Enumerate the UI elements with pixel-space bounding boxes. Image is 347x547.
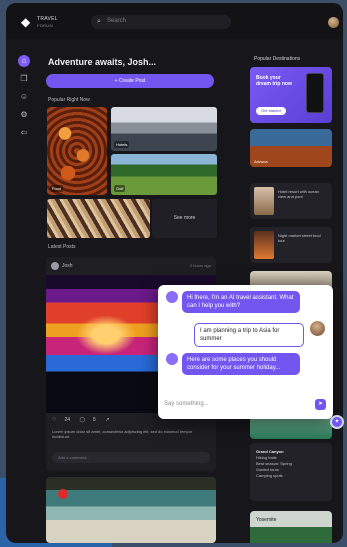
- tile-gallery[interactable]: [47, 199, 150, 238]
- post-description: Lorem ipsum dolor sit amet, consectetur …: [52, 429, 193, 439]
- home-icon[interactable]: ⌂: [18, 55, 30, 67]
- bot-avatar: [166, 291, 178, 303]
- destination-label: Arizona: [254, 159, 268, 164]
- post-avatar[interactable]: [51, 262, 59, 270]
- row-text: Night market street food tour: [278, 233, 321, 243]
- user-icon[interactable]: ☺: [18, 91, 30, 103]
- bookmark-icon[interactable]: ❒: [18, 73, 30, 85]
- tile-hotels[interactable]: Hotels: [111, 107, 217, 151]
- post-time: 2 hours ago: [189, 263, 211, 268]
- post-actions: ♡ 24 ◯ 5 ↗: [52, 417, 117, 423]
- tile-label: Food: [50, 185, 64, 192]
- logo-icon[interactable]: ◆: [21, 16, 33, 28]
- chat-input[interactable]: Say something...: [164, 397, 314, 411]
- top-bar: ◆ TRAVEL FORUM ⌕ Search: [6, 3, 343, 39]
- promo-title: Book your dream trip now: [256, 75, 292, 87]
- logout-icon[interactable]: ⇦: [18, 127, 30, 139]
- profile-avatar[interactable]: [328, 17, 339, 28]
- info-line: Camping spots: [256, 473, 283, 478]
- photo-glow: [76, 315, 136, 355]
- info-line: Guided tours: [256, 467, 279, 472]
- logo-text: TRAVEL FORUM: [37, 16, 58, 29]
- bot-avatar: [166, 353, 178, 365]
- share-icon[interactable]: ↗: [105, 417, 109, 423]
- info-title: Grand Canyon: [256, 449, 284, 454]
- post-card-2[interactable]: [46, 477, 216, 543]
- user-avatar: [310, 321, 325, 336]
- section-posts-title: Latest Posts: [48, 244, 76, 250]
- app-window: ◆ TRAVEL FORUM ⌕ Search ⌂ ❒ ☺ ⚙ ⇦ Advent…: [6, 3, 343, 543]
- destination-card[interactable]: Arizona: [250, 129, 332, 167]
- row-thumbnail: [254, 231, 274, 259]
- comment-count: 5: [93, 417, 96, 423]
- tile-food[interactable]: Food: [47, 107, 107, 195]
- tile-golf[interactable]: Golf: [111, 154, 217, 195]
- chat-popup: Hi there, I'm an AI travel assistant. Wh…: [158, 285, 333, 419]
- tile-label: Hotels: [114, 141, 130, 148]
- logo-title: TRAVEL: [37, 16, 58, 22]
- section-popular-title: Popular Right Now: [48, 97, 90, 103]
- assistant-message: Hi there, I'm an AI travel assistant. Wh…: [182, 291, 300, 313]
- see-more-label: See more: [173, 215, 196, 221]
- destination-label: Yosemite: [256, 517, 277, 523]
- destination-row[interactable]: Night market street food tour: [250, 227, 332, 263]
- send-icon[interactable]: ➤: [315, 399, 326, 410]
- tile-label: Golf: [114, 185, 126, 192]
- see-more-tile[interactable]: See more: [152, 199, 217, 238]
- right-title: Popular Destinations: [254, 56, 301, 62]
- comment-input[interactable]: Add a comment...: [52, 452, 210, 463]
- post-author[interactable]: Josh: [62, 263, 73, 269]
- search-icon: ⌕: [97, 18, 101, 25]
- like-icon[interactable]: ♡: [52, 417, 56, 423]
- user-message: I am planning a trip to Asia for summer: [194, 323, 304, 347]
- gear-icon[interactable]: ⚙: [18, 109, 30, 121]
- info-line: Best season: Spring: [256, 461, 292, 466]
- page-title: Adventure awaits, Josh...: [48, 57, 157, 67]
- row-thumbnail: [254, 187, 274, 215]
- phone-image: [306, 73, 324, 113]
- destination-card[interactable]: Yosemite: [250, 511, 332, 543]
- promo-button[interactable]: Get started: [256, 107, 286, 115]
- assistant-message: Here are some places you should consider…: [182, 353, 300, 375]
- search-placeholder: Search: [107, 18, 127, 24]
- info-line: Hiking trails: [256, 455, 277, 460]
- chat-toggle-button[interactable]: ✦: [330, 415, 344, 429]
- info-text: Grand Canyon Hiking trails Best season: …: [256, 449, 326, 479]
- row-text: Hotel resort with ocean view and pool: [278, 189, 319, 199]
- like-count: 24: [64, 417, 71, 423]
- logo-subtitle: FORUM: [37, 23, 54, 28]
- info-card: Grand Canyon Hiking trails Best season: …: [250, 443, 332, 501]
- promo-card[interactable]: Book your dream trip now Get started: [250, 67, 332, 123]
- destination-row[interactable]: Hotel resort with ocean view and pool: [250, 183, 332, 219]
- create-post-button[interactable]: + Create Post: [46, 74, 214, 88]
- comment-icon[interactable]: ◯: [79, 417, 85, 423]
- search-input[interactable]: ⌕ Search: [91, 15, 231, 29]
- post-avatar[interactable]: [58, 489, 68, 499]
